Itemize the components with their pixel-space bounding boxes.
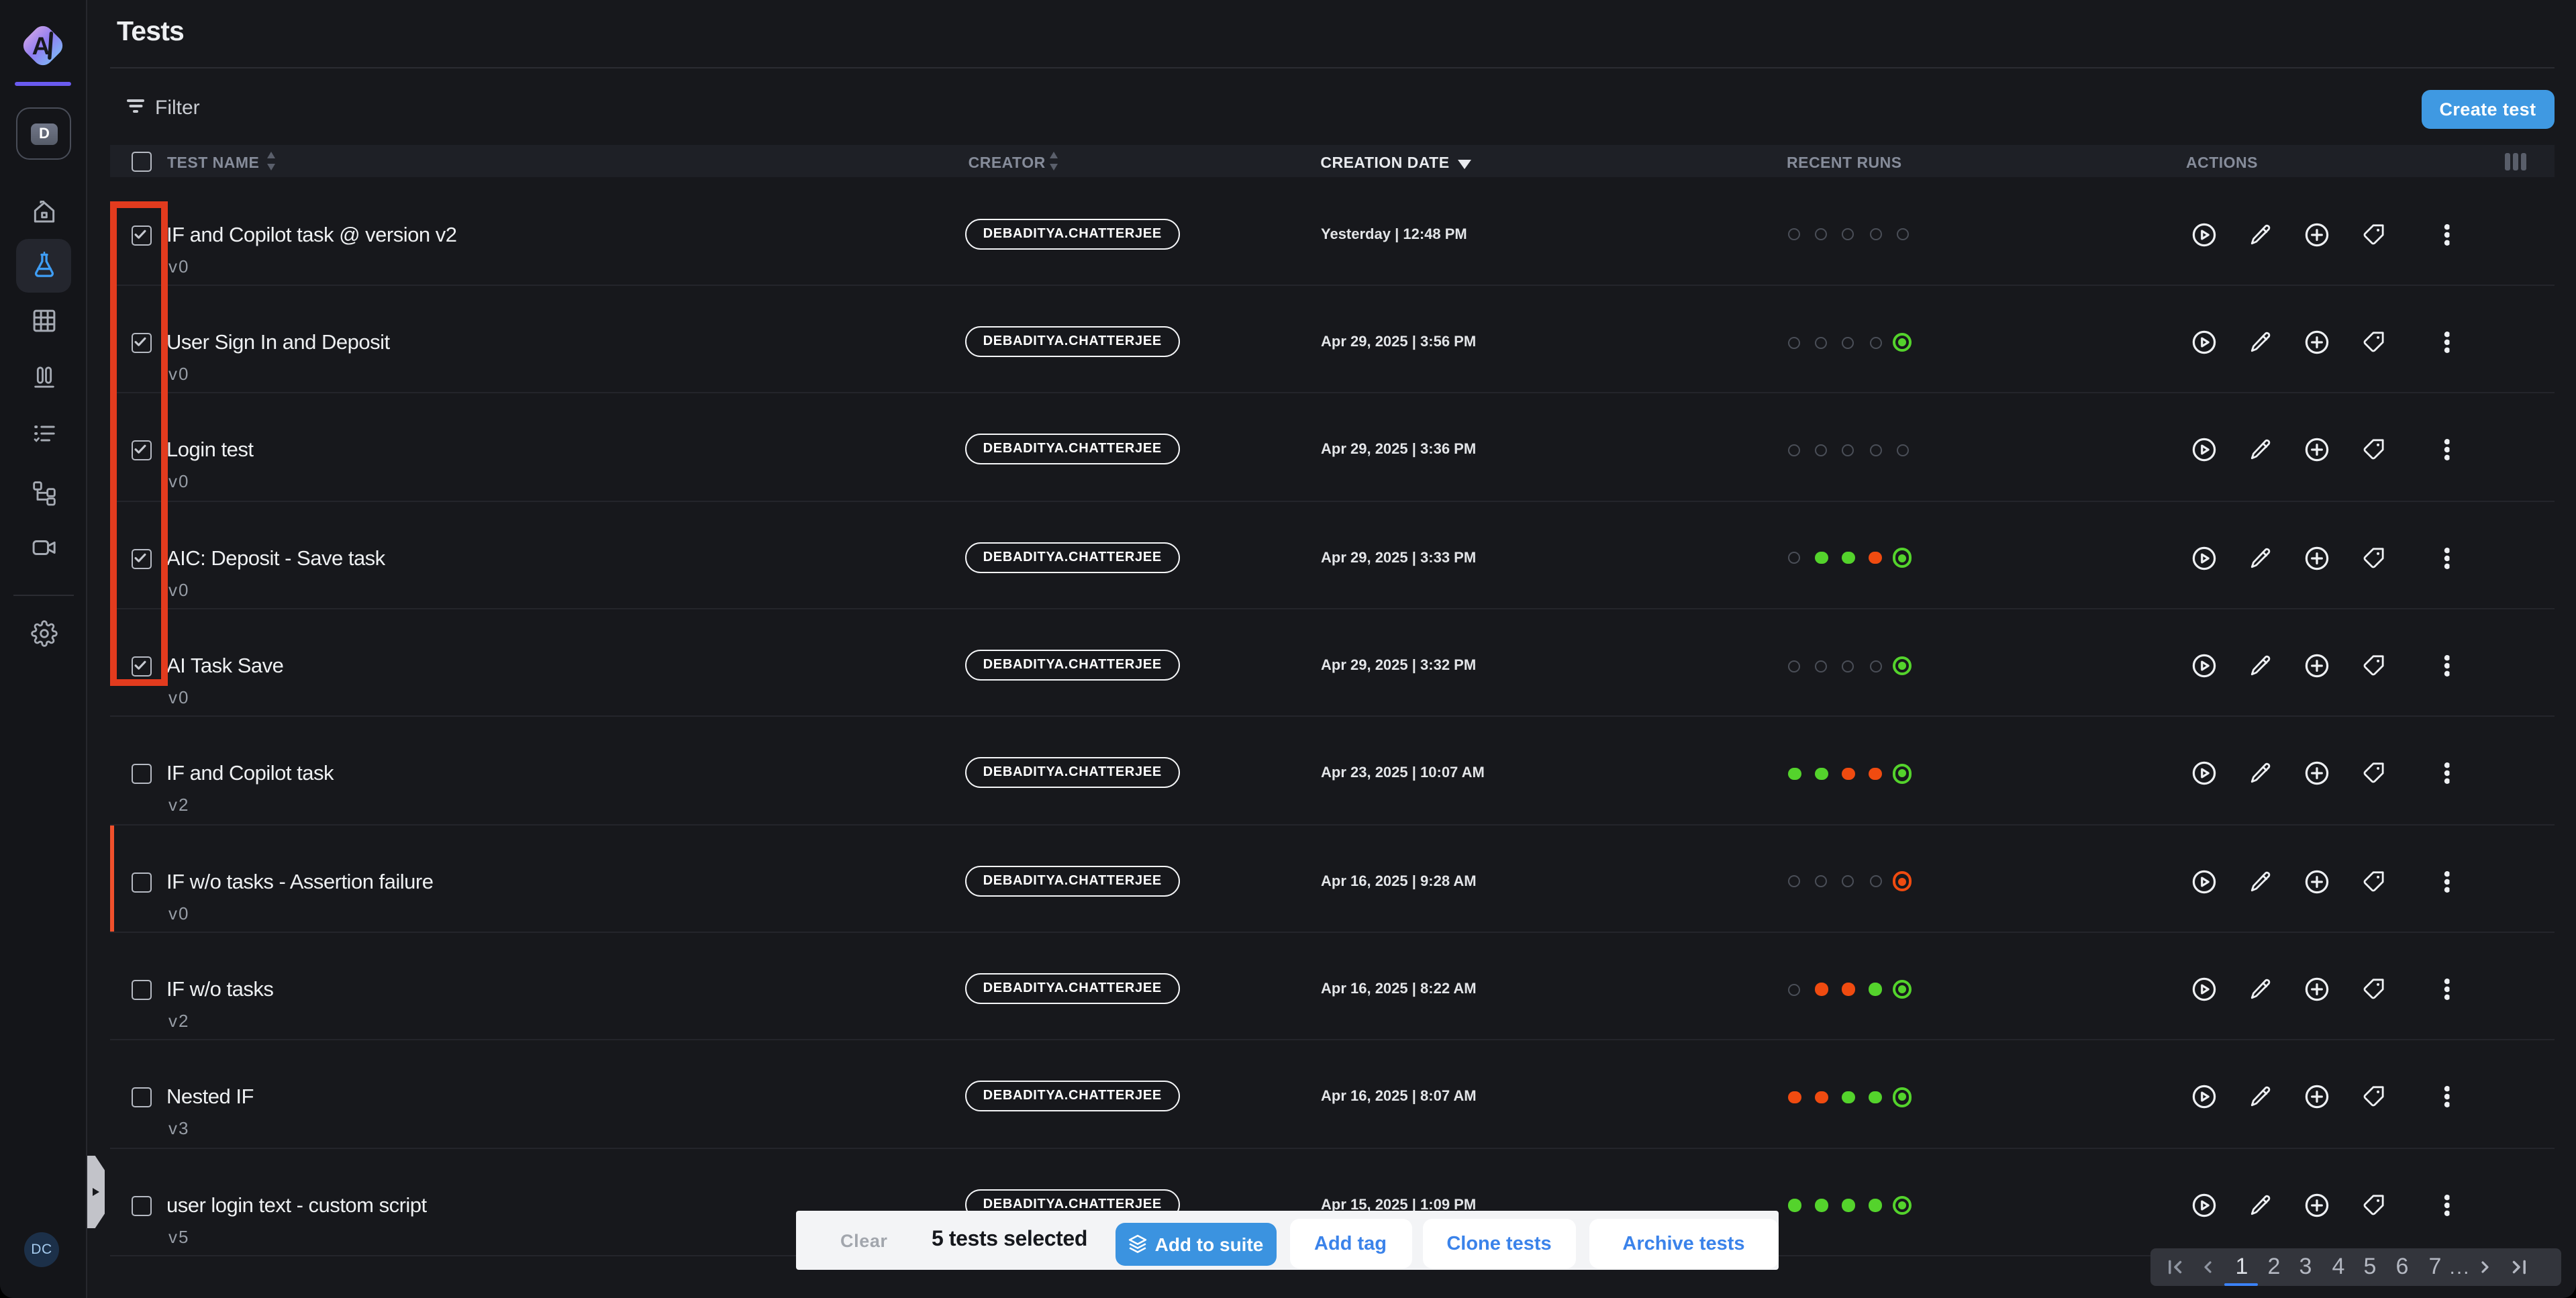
svg-text:A: A [32, 32, 50, 60]
